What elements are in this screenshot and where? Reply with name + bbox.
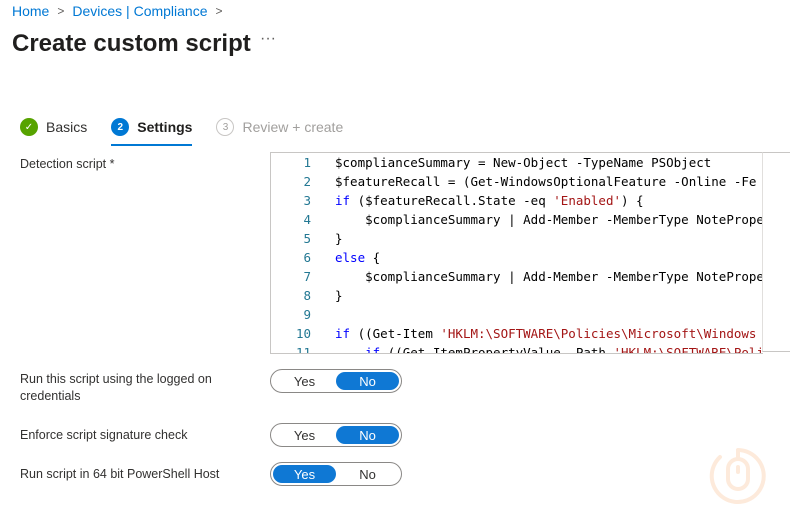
code-line: 8} xyxy=(271,286,763,305)
code-text: $complianceSummary | Add-Member -MemberT… xyxy=(335,212,763,227)
code-line: 11 if ((Get-ItemPropertyValue -Path 'HKL… xyxy=(271,343,763,354)
code-line: 10 if ((Get-Item 'HKLM:\SOFTWARE\Policies… xyxy=(271,324,763,343)
breadcrumb-devices-compliance[interactable]: Devices | Compliance xyxy=(72,3,207,19)
page-title: Create custom script xyxy=(12,30,251,57)
code-line: 2 $featureRecall = (Get-WindowsOptionalFe… xyxy=(271,172,763,191)
toggle-option-yes[interactable]: Yes xyxy=(273,426,336,444)
yes-no-toggle[interactable]: Yes No xyxy=(270,462,402,486)
detection-script-editor[interactable]: 1 $complianceSummary = New-Object -TypeNa… xyxy=(270,152,763,354)
more-options-button[interactable]: ··· xyxy=(260,30,276,48)
code-line: 1 $complianceSummary = New-Object -TypeNa… xyxy=(271,153,763,172)
code-line: 5} xyxy=(271,229,763,248)
detection-script-label: Detection script * xyxy=(20,157,115,171)
step-label: Review + create xyxy=(242,119,344,135)
chevron-right-icon: > xyxy=(215,4,223,18)
step-review-create[interactable]: 3 Review + create xyxy=(216,114,343,140)
code-line: 4 $complianceSummary | Add-Member -Membe… xyxy=(271,210,763,229)
breadcrumb-home[interactable]: Home xyxy=(12,3,49,19)
line-number: 8 xyxy=(303,288,311,303)
breadcrumb: Home > Devices | Compliance > xyxy=(12,3,223,19)
step-label: Settings xyxy=(137,119,193,135)
toggle-option-no[interactable]: No xyxy=(336,372,399,390)
line-number: 6 xyxy=(303,250,311,265)
toggle-label: Enforce script signature check xyxy=(20,428,188,442)
code-text: $complianceSummary = New-Object -TypeNam… xyxy=(335,155,712,170)
code-line: 6 else { xyxy=(271,248,763,267)
code-line: 3 if ($featureRecall.State -eq 'Enabled')… xyxy=(271,191,763,210)
yes-no-toggle[interactable]: Yes No xyxy=(270,369,402,393)
code-text: $complianceSummary | Add-Member -MemberT… xyxy=(335,269,763,284)
code-text: else { xyxy=(335,250,381,265)
check-icon: ✓ xyxy=(20,118,38,136)
toggle-label: Run script in 64 bit PowerShell Host xyxy=(20,467,220,481)
step-number-icon: 3 xyxy=(216,118,235,136)
toggle-option-no[interactable]: No xyxy=(336,465,399,483)
line-number: 10 xyxy=(295,326,311,341)
line-number: 3 xyxy=(303,193,311,208)
code-text: } xyxy=(335,231,343,246)
toggle-label: Run this script using the logged on cred… xyxy=(20,372,212,403)
code-text: if ($featureRecall.State -eq 'Enabled') … xyxy=(335,193,644,208)
code-text: $featureRecall = (Get-WindowsOptionalFea… xyxy=(335,174,757,189)
editor-scrollbar[interactable] xyxy=(762,152,790,352)
step-basics[interactable]: ✓ Basics xyxy=(20,114,87,140)
line-number: 5 xyxy=(303,231,311,246)
line-number: 1 xyxy=(303,155,311,170)
step-label: Basics xyxy=(46,119,88,135)
line-number: 9 xyxy=(303,307,311,322)
wizard-steps: ✓ Basics 2 Settings 3 Review + create xyxy=(20,114,367,146)
code-text: } xyxy=(335,288,343,303)
line-number: 7 xyxy=(303,269,311,284)
yes-no-toggle[interactable]: Yes No xyxy=(270,423,402,447)
line-number: 11 xyxy=(295,345,311,354)
chevron-right-icon: > xyxy=(57,4,65,18)
watermark-logo-icon xyxy=(709,448,766,504)
code-line: 9 xyxy=(271,305,763,324)
step-settings[interactable]: 2 Settings xyxy=(111,114,193,146)
line-number: 2 xyxy=(303,174,311,189)
toggle-option-no[interactable]: No xyxy=(336,426,399,444)
line-number: 4 xyxy=(303,212,311,227)
code-line: 7 $complianceSummary | Add-Member -Membe… xyxy=(271,267,763,286)
code-text: if ((Get-Item 'HKLM:\SOFTWARE\Policies\M… xyxy=(335,326,757,341)
step-number-icon: 2 xyxy=(111,118,130,136)
toggle-option-yes[interactable]: Yes xyxy=(273,465,336,483)
code-text: if ((Get-ItemPropertyValue -Path 'HKLM:\… xyxy=(365,345,763,354)
toggle-option-yes[interactable]: Yes xyxy=(273,372,336,390)
